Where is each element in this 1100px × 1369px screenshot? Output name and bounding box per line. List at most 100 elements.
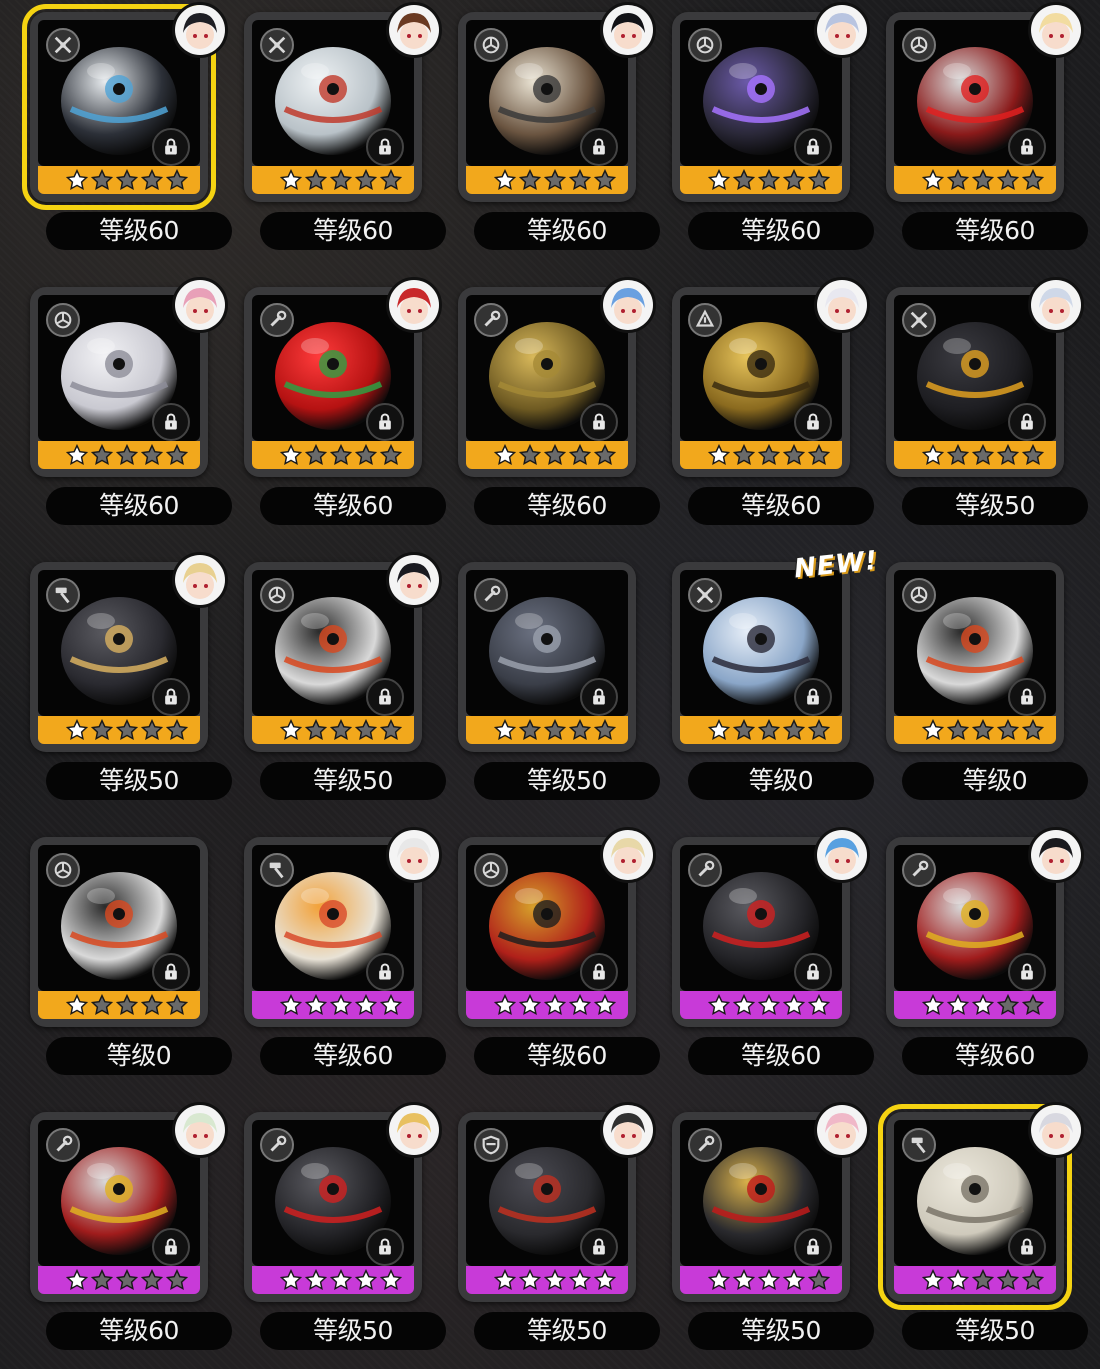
lock-icon[interactable] bbox=[152, 403, 190, 441]
bangboo-slot[interactable]: 等级0 bbox=[878, 552, 1092, 814]
bangboo-slot[interactable]: 等级60 bbox=[22, 277, 236, 539]
bangboo-slot[interactable]: 等级50 bbox=[22, 552, 236, 814]
bangboo-slot[interactable]: 等级60 bbox=[664, 2, 878, 264]
bangboo-slot[interactable]: 等级50 bbox=[664, 1102, 878, 1364]
bangboo-slot[interactable]: 等级60 bbox=[236, 277, 450, 539]
crossed-tools-icon bbox=[902, 303, 936, 337]
star-filled-icon bbox=[733, 1269, 755, 1291]
rarity-bar bbox=[252, 1266, 414, 1294]
star-empty-icon bbox=[947, 719, 969, 741]
rarity-bar bbox=[252, 441, 414, 469]
lock-icon[interactable] bbox=[794, 403, 832, 441]
bangboo-slot[interactable]: 等级60 bbox=[450, 827, 664, 1089]
bangboo-slot[interactable]: 等级60 bbox=[450, 277, 664, 539]
character-avatar bbox=[600, 1102, 656, 1158]
lock-icon[interactable] bbox=[580, 1228, 618, 1266]
lock-icon[interactable] bbox=[580, 403, 618, 441]
lock-icon[interactable] bbox=[794, 128, 832, 166]
lock-icon[interactable] bbox=[580, 678, 618, 716]
star-empty-icon bbox=[141, 994, 163, 1016]
star-empty-icon bbox=[355, 169, 377, 191]
lock-icon[interactable] bbox=[794, 1228, 832, 1266]
new-badge: NEW! bbox=[792, 545, 880, 585]
bangboo-slot[interactable]: 等级50 bbox=[878, 277, 1092, 539]
crossed-tools-icon bbox=[688, 578, 722, 612]
bangboo-slot[interactable]: 等级60 bbox=[22, 2, 236, 264]
bangboo-slot[interactable]: 等级60 bbox=[664, 827, 878, 1089]
wrench-icon bbox=[474, 303, 508, 337]
rarity-bar bbox=[894, 716, 1056, 744]
bangboo-card[interactable] bbox=[30, 837, 208, 1027]
lock-icon[interactable] bbox=[366, 128, 404, 166]
bangboo-slot[interactable]: 等级60 bbox=[450, 2, 664, 264]
bangboo-slot[interactable]: 等级50 bbox=[236, 552, 450, 814]
bangboo-slot[interactable]: 等级50 bbox=[450, 552, 664, 814]
lock-icon[interactable] bbox=[1008, 128, 1046, 166]
bangboo-slot[interactable]: 等级50 bbox=[878, 1102, 1092, 1364]
lock-icon[interactable] bbox=[580, 953, 618, 991]
bangboo-slot[interactable]: 等级60 bbox=[878, 827, 1092, 1089]
rarity-bar bbox=[680, 441, 842, 469]
star-filled-icon bbox=[355, 1269, 377, 1291]
star-empty-icon bbox=[166, 444, 188, 466]
star-filled-icon bbox=[280, 994, 302, 1016]
bangboo-card[interactable] bbox=[672, 562, 850, 752]
level-label: 等级60 bbox=[688, 487, 874, 525]
star-rating bbox=[708, 166, 830, 194]
star-empty-icon bbox=[594, 719, 616, 741]
lock-icon[interactable] bbox=[152, 128, 190, 166]
lock-icon[interactable] bbox=[366, 1228, 404, 1266]
lock-icon[interactable] bbox=[1008, 678, 1046, 716]
star-filled-icon bbox=[280, 169, 302, 191]
star-rating bbox=[922, 441, 1044, 469]
character-avatar bbox=[172, 1102, 228, 1158]
star-filled-icon bbox=[922, 169, 944, 191]
star-filled-icon bbox=[708, 994, 730, 1016]
lock-icon[interactable] bbox=[366, 678, 404, 716]
level-label: 等级60 bbox=[902, 212, 1088, 250]
bangboo-slot[interactable]: NEW! 等级0 bbox=[664, 546, 879, 814]
star-empty-icon bbox=[758, 169, 780, 191]
triskelion-icon bbox=[260, 578, 294, 612]
character-avatar bbox=[1028, 2, 1084, 58]
star-rating bbox=[66, 441, 188, 469]
lock-icon[interactable] bbox=[152, 678, 190, 716]
lock-icon[interactable] bbox=[580, 128, 618, 166]
level-label: 等级50 bbox=[474, 762, 660, 800]
bangboo-card[interactable] bbox=[886, 562, 1064, 752]
star-filled-icon bbox=[947, 1269, 969, 1291]
bangboo-slot[interactable]: 等级50 bbox=[236, 1102, 450, 1364]
wrench-icon bbox=[260, 303, 294, 337]
lock-icon[interactable] bbox=[152, 953, 190, 991]
star-empty-icon bbox=[141, 169, 163, 191]
bangboo-slot[interactable]: 等级60 bbox=[236, 827, 450, 1089]
level-label: 等级50 bbox=[688, 1312, 874, 1350]
star-empty-icon bbox=[305, 444, 327, 466]
bangboo-slot[interactable]: 等级60 bbox=[236, 2, 450, 264]
lock-icon[interactable] bbox=[1008, 953, 1046, 991]
rarity-bar bbox=[466, 991, 628, 1019]
bangboo-slot[interactable]: 等级60 bbox=[878, 2, 1092, 264]
star-empty-icon bbox=[947, 444, 969, 466]
star-empty-icon bbox=[1022, 1269, 1044, 1291]
level-label: 等级50 bbox=[902, 487, 1088, 525]
lock-icon[interactable] bbox=[1008, 403, 1046, 441]
bangboo-slot[interactable]: 等级0 bbox=[22, 827, 236, 1089]
lock-icon[interactable] bbox=[152, 1228, 190, 1266]
bangboo-inventory-screen: 等级60 等级60 等级60 等级60 等级60 等级60 等级60 等级60 … bbox=[0, 0, 1100, 1369]
lock-icon[interactable] bbox=[1008, 1228, 1046, 1266]
lock-icon[interactable] bbox=[366, 953, 404, 991]
bangboo-slot[interactable]: 等级60 bbox=[22, 1102, 236, 1364]
star-filled-icon bbox=[569, 1269, 591, 1291]
star-empty-icon bbox=[544, 719, 566, 741]
star-empty-icon bbox=[116, 169, 138, 191]
lock-icon[interactable] bbox=[794, 953, 832, 991]
bangboo-slot[interactable]: 等级50 bbox=[450, 1102, 664, 1364]
lock-icon[interactable] bbox=[366, 403, 404, 441]
bangboo-card[interactable] bbox=[458, 562, 636, 752]
lock-icon[interactable] bbox=[794, 678, 832, 716]
star-empty-icon bbox=[733, 444, 755, 466]
bangboo-slot[interactable]: 等级60 bbox=[664, 277, 878, 539]
star-empty-icon bbox=[1022, 169, 1044, 191]
star-rating bbox=[922, 991, 1044, 1019]
